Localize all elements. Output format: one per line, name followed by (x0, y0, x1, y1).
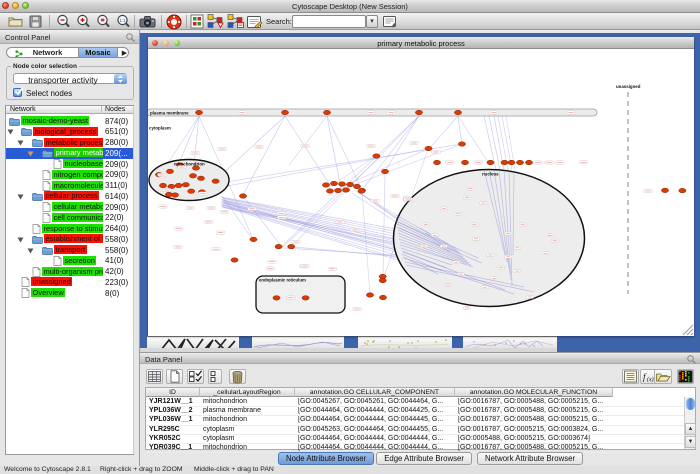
svg-text:mitochondrion: mitochondrion (174, 162, 205, 167)
svg-text:1:1: 1:1 (119, 18, 126, 23)
svg-text:plasma membrane: plasma membrane (150, 110, 189, 115)
svg-text:nucleus: nucleus (482, 172, 499, 177)
svg-text:cytoplasm: cytoplasm (149, 126, 171, 131)
svg-text:unassigned: unassigned (616, 84, 641, 89)
svg-text:endoplasmic reticulum: endoplasmic reticulum (259, 278, 306, 283)
svg-text:(x): (x) (647, 376, 654, 383)
